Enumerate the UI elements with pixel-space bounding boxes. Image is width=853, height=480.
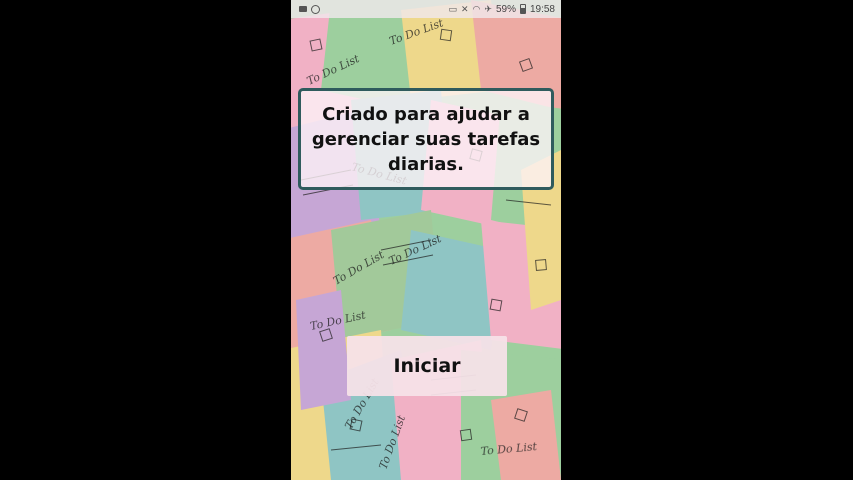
status-right-icons: ▭ ✕ ◠ ✈ 59% 19:58 xyxy=(448,4,555,15)
airplane-icon: ✈ xyxy=(484,4,492,14)
battery-percent: 59% xyxy=(495,3,516,15)
cast-icon: ▭ xyxy=(448,4,457,14)
status-left-icons xyxy=(299,4,320,14)
screen-record-icon xyxy=(299,6,307,12)
mute-icon: ✕ xyxy=(461,4,469,14)
clock: 19:58 xyxy=(529,3,555,15)
status-bar: ▭ ✕ ◠ ✈ 59% 19:58 xyxy=(291,0,561,18)
start-button[interactable]: Iniciar xyxy=(347,336,507,396)
battery-icon xyxy=(519,4,526,14)
intro-message-card: Criado para ajudar a gerenciar suas tare… xyxy=(298,88,554,190)
todo-notes-background: To Do List To Do List To Do List To Do L… xyxy=(291,0,561,480)
circle-check-icon xyxy=(311,4,320,14)
phone-screen: To Do List To Do List To Do List To Do L… xyxy=(291,0,561,480)
wifi-icon: ◠ xyxy=(472,4,481,14)
intro-message: Criado para ajudar a gerenciar suas tare… xyxy=(311,103,541,175)
